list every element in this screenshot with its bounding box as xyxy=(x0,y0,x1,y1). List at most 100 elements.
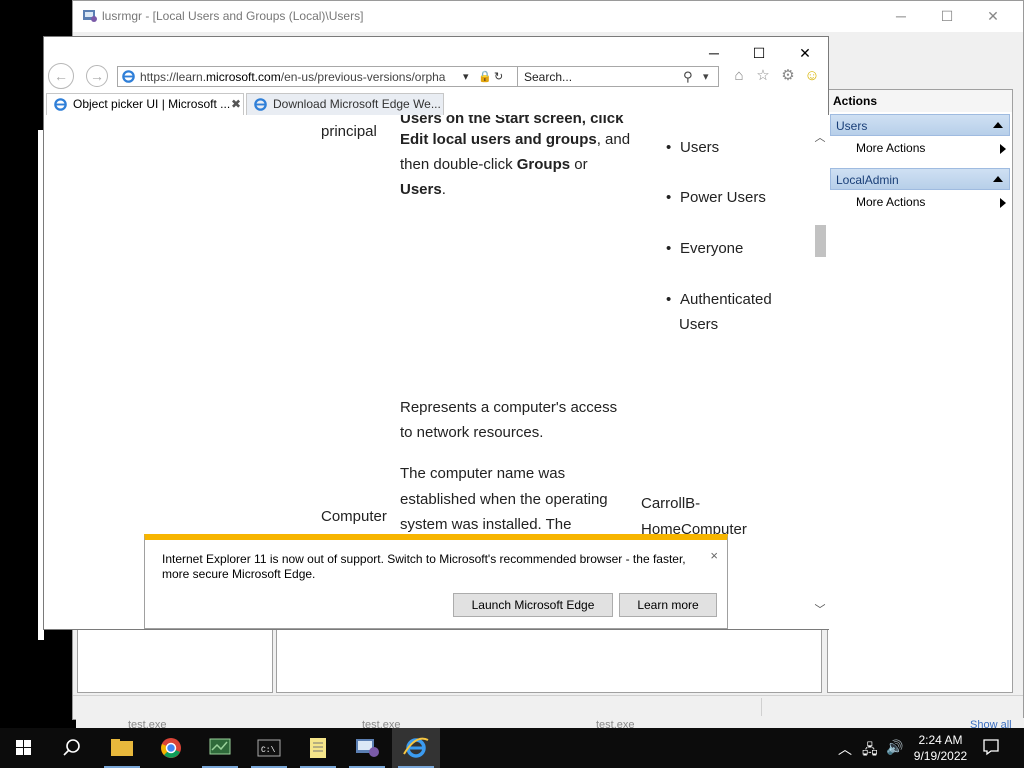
table-cell-text: to network resources. xyxy=(400,424,544,441)
network-icon[interactable]: 🖧 xyxy=(862,739,878,763)
tab-download-edge[interactable]: Download Microsoft Edge We... xyxy=(246,93,444,115)
lusrmgr-taskbar-button[interactable] xyxy=(343,728,391,768)
tab-strip: Object picker UI | Microsoft ... ✖ Downl… xyxy=(44,93,828,169)
table-cell-example: CarrollB- xyxy=(641,495,701,512)
address-bar[interactable]: https://learn.microsoft.com/en-us/previo… xyxy=(117,66,554,87)
list-item: Everyone xyxy=(666,236,743,261)
taskbar: C:\ ︿ 🖧 🔊 2:24 AM 9/19/2022 xyxy=(0,728,1024,768)
scroll-thumb[interactable] xyxy=(815,225,826,257)
search-placeholder: Search... xyxy=(524,70,573,84)
tab-close-icon[interactable]: ✖ xyxy=(231,97,241,111)
computer-management-icon xyxy=(356,739,379,757)
ie-logo-icon xyxy=(254,98,267,111)
actions-group-users[interactable]: Users xyxy=(830,114,1010,136)
table-cell-text: established when the operating xyxy=(400,491,608,508)
lock-icon[interactable]: 🔒 xyxy=(478,70,492,83)
tab-label: Download Microsoft Edge We... xyxy=(273,97,441,111)
notification-message: Internet Explorer 11 is now out of suppo… xyxy=(162,552,686,581)
monitor-icon xyxy=(209,738,231,755)
tab-object-picker[interactable]: Object picker UI | Microsoft ... ✖ xyxy=(46,93,244,115)
bold-text: Groups xyxy=(516,156,571,173)
table-cell-text: Users. xyxy=(400,177,446,202)
vertical-scrollbar[interactable]: ︿ ﹀ xyxy=(812,115,829,629)
search-icon[interactable]: ⚲ xyxy=(683,69,693,85)
list-item: Power Users xyxy=(666,185,766,210)
submenu-arrow-icon xyxy=(1000,198,1006,208)
plain-text: , and xyxy=(596,131,631,148)
task-manager-button[interactable] xyxy=(196,728,244,768)
actions-group-localadmin[interactable]: LocalAdmin xyxy=(830,168,1010,190)
table-cell-text: The computer name was xyxy=(400,465,566,482)
table-cell-text: Edit local users and groups, and xyxy=(400,127,630,152)
dropdown-icon[interactable]: ▾ xyxy=(463,70,469,83)
table-cell-text: Represents a computer's access xyxy=(400,399,618,416)
collapse-icon[interactable] xyxy=(993,122,1003,128)
svg-text:C:\: C:\ xyxy=(261,746,276,755)
lusrmgr-titlebar[interactable]: lusrmgr - [Local Users and Groups (Local… xyxy=(73,1,1023,32)
cmd-button[interactable]: C:\ xyxy=(245,728,293,768)
notepad-button[interactable] xyxy=(294,728,342,768)
smiley-feedback-icon[interactable]: ☺ xyxy=(802,66,822,86)
lusrmgr-title: lusrmgr - [Local Users and Groups (Local… xyxy=(102,9,364,23)
start-button[interactable] xyxy=(0,728,48,768)
notification-close-icon[interactable]: × xyxy=(710,548,718,563)
maximize-button[interactable]: ☐ xyxy=(927,5,967,29)
table-cell-text: then double-click Groups or xyxy=(400,152,588,177)
back-button[interactable]: ← xyxy=(48,63,74,89)
favorites-icon[interactable]: ☆ xyxy=(753,66,773,86)
refresh-icon[interactable]: ↻ xyxy=(494,70,503,83)
notification-icon[interactable] xyxy=(982,738,1000,756)
url-domain: microsoft.com xyxy=(206,70,281,84)
collapse-icon[interactable] xyxy=(993,176,1003,182)
status-divider xyxy=(761,698,762,716)
windows-logo-icon xyxy=(16,740,31,755)
ie-support-notification: Internet Explorer 11 is now out of suppo… xyxy=(144,534,728,629)
search-taskbar-button[interactable] xyxy=(48,728,96,768)
chevron-up-icon[interactable]: ︿ xyxy=(838,739,852,759)
learn-more-button[interactable]: Learn more xyxy=(619,593,717,617)
chrome-button[interactable] xyxy=(147,728,195,768)
clock-date: 9/19/2022 xyxy=(913,749,968,763)
search-box[interactable]: Search... ⚲ ▾ xyxy=(517,66,719,87)
scroll-up-icon[interactable]: ︿ xyxy=(814,129,826,144)
ie-logo-icon xyxy=(54,98,67,111)
launch-edge-button[interactable]: Launch Microsoft Edge xyxy=(453,593,613,617)
minimize-button[interactable]: ─ xyxy=(881,5,921,29)
list-item: Authenticated xyxy=(666,287,772,312)
more-actions-users[interactable]: More Actions xyxy=(856,138,1006,158)
url-prefix: https://learn. xyxy=(140,70,207,84)
forward-button[interactable]: → xyxy=(86,65,108,87)
more-actions-localadmin[interactable]: More Actions xyxy=(856,192,1006,212)
tree-pane[interactable] xyxy=(77,629,273,693)
file-explorer-button[interactable] xyxy=(98,728,146,768)
more-actions-label: More Actions xyxy=(856,195,926,209)
details-pane[interactable] xyxy=(276,629,822,693)
actions-group-label: LocalAdmin xyxy=(836,173,899,187)
ie-taskbar-button[interactable] xyxy=(392,728,440,768)
submenu-arrow-icon xyxy=(1000,144,1006,154)
more-actions-label: More Actions xyxy=(856,141,926,155)
chrome-icon xyxy=(161,738,181,758)
ie-close-button[interactable]: ✕ xyxy=(783,42,827,64)
plain-text: then double-click xyxy=(400,156,517,173)
clock-time: 2:24 AM xyxy=(918,733,963,747)
ie-maximize-button[interactable]: ☐ xyxy=(737,42,781,64)
scroll-down-icon[interactable]: ﹀ xyxy=(814,601,826,616)
search-dropdown-icon[interactable]: ▾ xyxy=(703,70,709,83)
close-button[interactable]: ✕ xyxy=(973,5,1013,29)
internet-explorer-icon xyxy=(403,737,429,758)
ie-minimize-button[interactable]: ─ xyxy=(692,42,736,64)
volume-icon[interactable]: 🔊 xyxy=(886,739,903,756)
bold-text: Users xyxy=(400,181,442,198)
actions-pane: Actions Users More Actions LocalAdmin Mo… xyxy=(827,89,1013,693)
status-bar xyxy=(73,695,1023,717)
notepad-icon xyxy=(310,738,326,758)
url-suffix: /en-us/previous-versions/orpha xyxy=(280,70,446,84)
plain-text: . xyxy=(441,181,446,198)
url-text[interactable]: https://learn.microsoft.com/en-us/previo… xyxy=(140,70,460,84)
clock[interactable]: 2:24 AM 9/19/2022 xyxy=(903,732,978,764)
home-icon[interactable]: ⌂ xyxy=(729,66,749,86)
actions-header: Actions xyxy=(828,90,1012,112)
ie-logo-icon xyxy=(122,70,135,83)
settings-gear-icon[interactable]: ⚙ xyxy=(778,66,798,86)
